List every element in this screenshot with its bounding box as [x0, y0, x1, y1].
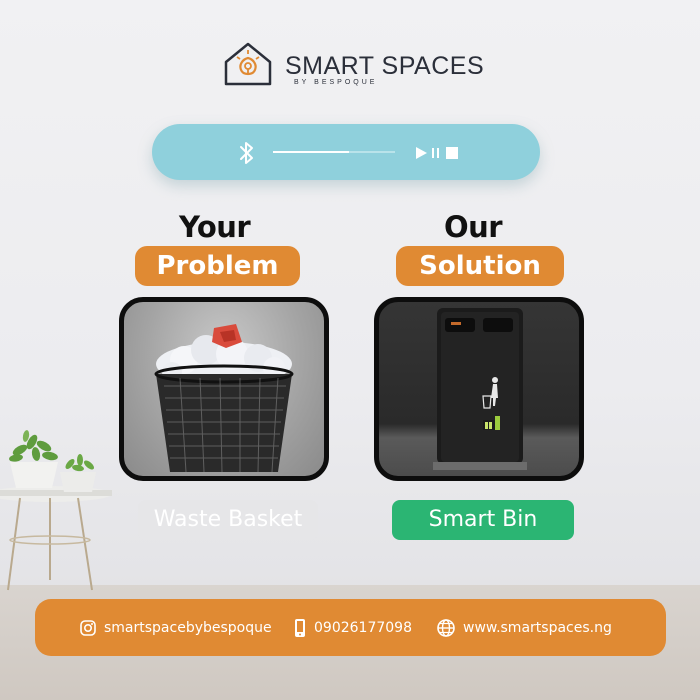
phone-icon [295, 618, 305, 637]
instagram-handle: smartspacebybespoque [104, 619, 272, 636]
brand-tagline: BY BESPOQUE [294, 79, 378, 86]
audio-player-bar [152, 124, 540, 180]
brand-name: SMART SPACES [285, 52, 485, 80]
brand-logo: SMART SPACES BY BESPOQUE [222, 40, 484, 90]
progress-fill [273, 151, 349, 153]
play-pause-stop-icon[interactable] [414, 145, 460, 161]
contact-footer: smartspacebybespoque 09026177098 www.sma… [35, 599, 666, 656]
progress-track[interactable] [273, 151, 395, 153]
phone-contact[interactable]: 09026177098 [293, 599, 412, 656]
globe-icon [437, 618, 455, 637]
solution-heading: Our [444, 210, 503, 244]
house-bulb-logo-icon [224, 42, 272, 86]
website-url: www.smartspaces.ng [463, 619, 612, 636]
waste-basket-photo [119, 297, 329, 481]
phone-number: 09026177098 [314, 619, 412, 636]
smart-bin-illustration [433, 308, 527, 470]
instagram-icon [80, 619, 96, 636]
problem-label: Problem [135, 246, 300, 286]
website-contact[interactable]: www.smartspaces.ng [436, 599, 612, 656]
plant-table-decoration [0, 430, 112, 591]
solution-label: Solution [396, 246, 564, 286]
problem-heading: Your [179, 210, 251, 244]
bluetooth-icon[interactable] [238, 140, 256, 166]
instagram-contact[interactable]: smartspacebybespoque [79, 599, 272, 656]
smart-bin-photo [374, 297, 584, 481]
problem-caption: Waste Basket [138, 500, 318, 540]
solution-caption: Smart Bin [392, 500, 574, 540]
waste-basket-illustration [154, 324, 294, 473]
